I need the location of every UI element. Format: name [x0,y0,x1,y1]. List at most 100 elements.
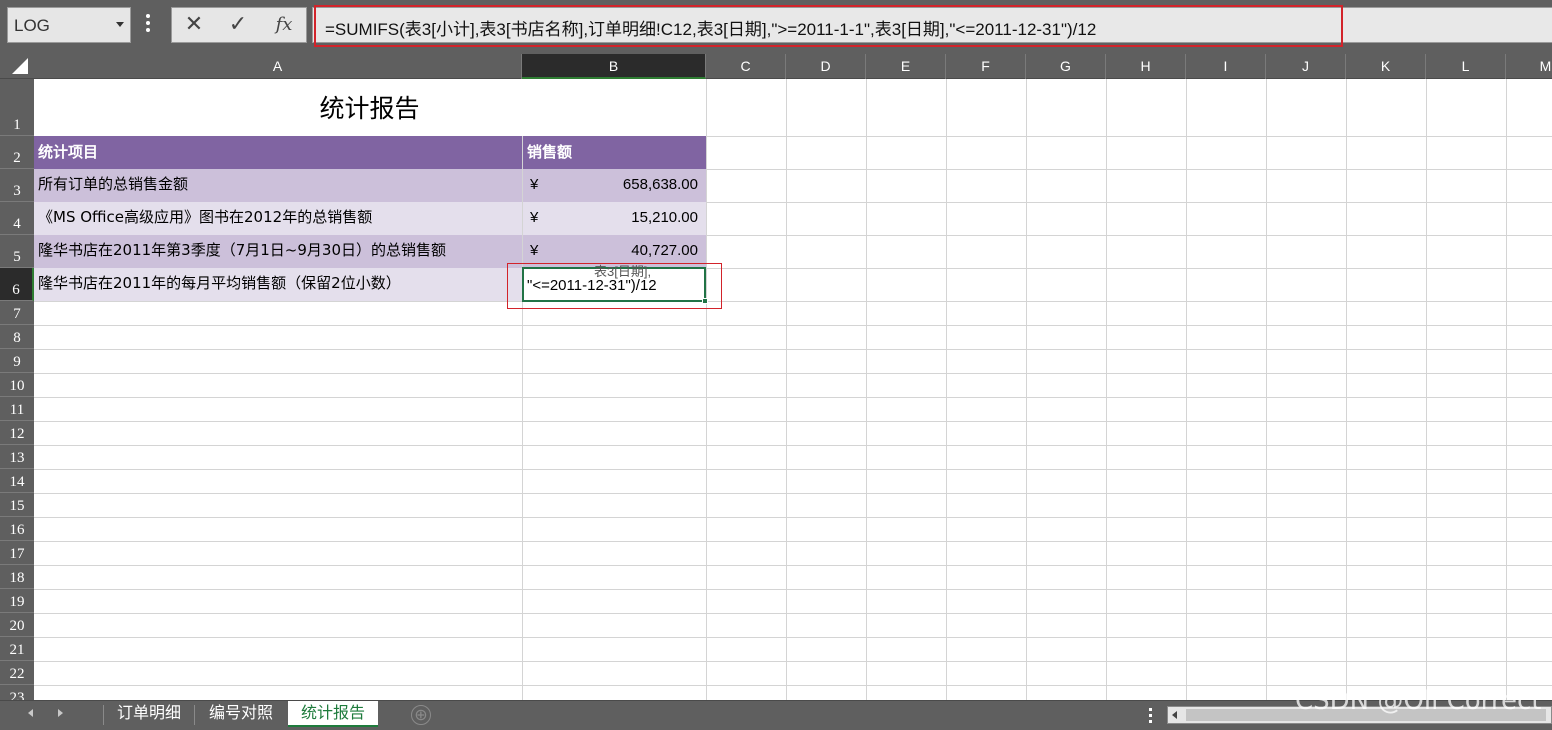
tab-id-lookup[interactable]: 编号对照 [197,701,285,727]
row-header-22[interactable]: 22 [0,661,34,685]
column-header-f[interactable]: F [946,54,1026,79]
row-header-20[interactable]: 20 [0,613,34,637]
row-header-19[interactable]: 19 [0,589,34,613]
row-header-7[interactable]: 7 [0,301,34,325]
gridline [866,79,867,700]
header-cell-item[interactable]: 统计项目 [34,136,522,169]
formula-text: =SUMIFS(表3[小计],表3[书店名称],订单明细!C12,表3[日期],… [325,20,1097,39]
tab-order-details[interactable]: 订单明细 [106,701,192,727]
row-header-11[interactable]: 11 [0,397,34,421]
row-header-6[interactable]: 6 [0,268,34,301]
column-header-i[interactable]: I [1186,54,1266,79]
gridline [34,349,1552,350]
worksheet-grid[interactable]: 统计报告 统计项目 销售额 所有订单的总销售金额 ¥ 658,638.00 《M… [34,79,1552,700]
insert-function-icon[interactable]: fx [264,8,304,42]
gridline [786,79,787,700]
label-cell[interactable]: 隆华书店在2011年第3季度（7月1日~9月30日）的总销售额 [34,235,522,268]
column-header-g[interactable]: G [1026,54,1106,79]
more-vertical-icon[interactable] [1147,708,1153,724]
label-cell[interactable]: 所有订单的总销售金额 [34,169,522,202]
row-header-12[interactable]: 12 [0,421,34,445]
gridline [34,589,1552,590]
currency-symbol: ¥ [530,209,539,226]
row-header-14[interactable]: 14 [0,469,34,493]
column-header-k[interactable]: K [1346,54,1426,79]
currency-symbol: ¥ [530,176,539,193]
formula-input[interactable]: =SUMIFS(表3[小计],表3[书店名称],订单明细!C12,表3[日期],… [312,7,1552,43]
row-header-2[interactable]: 2 [0,136,34,169]
amount-value: 15,210.00 [631,209,698,226]
select-all-icon [12,58,28,74]
column-header-a[interactable]: A [34,54,522,79]
gridline [1426,79,1427,700]
cancel-icon[interactable]: ✕ [174,8,214,42]
gridline [34,301,1552,302]
gridline [34,637,1552,638]
gridline [1026,79,1027,700]
select-all-button[interactable] [0,54,34,79]
check-icon[interactable]: ✓ [218,8,258,42]
column-header-b[interactable]: B [522,54,706,79]
formula-bar: LOG ✕ ✓ fx =SUMIFS(表3[小计],表3[书店名称],订单明细!… [0,0,1552,54]
tab-divider [103,705,104,725]
amount-value: 658,638.00 [622,176,698,193]
column-header-h[interactable]: H [1106,54,1186,79]
header-cell-amount[interactable]: 销售额 [523,136,706,169]
gridline [34,565,1552,566]
cell-edit-text: "<=2011-12-31")/12 [527,277,657,294]
row-header-5[interactable]: 5 [0,235,34,268]
row-header-3[interactable]: 3 [0,169,34,202]
row-header-23[interactable]: 23 [0,685,34,700]
column-header-m[interactable]: M [1506,54,1552,79]
add-sheet-icon[interactable]: ⊕ [411,705,431,725]
gridline [1186,79,1187,700]
column-headers: A B C D E F G H I J K L M [0,54,1552,79]
value-cell[interactable]: ¥ 658,638.00 [523,169,706,202]
row-header-16[interactable]: 16 [0,517,34,541]
more-vertical-icon[interactable] [145,14,151,36]
chevron-down-icon[interactable] [116,22,124,27]
gridline [34,541,1552,542]
tab-stats-report[interactable]: 统计报告 [288,701,378,727]
currency-symbol: ¥ [530,242,539,259]
gridline [1106,79,1107,700]
column-header-c[interactable]: C [706,54,786,79]
chevron-right-icon[interactable] [58,709,63,717]
gridline [946,79,947,700]
value-cell[interactable]: ¥ 15,210.00 [523,202,706,235]
row-header-9[interactable]: 9 [0,349,34,373]
row-header-21[interactable]: 21 [0,637,34,661]
fill-handle[interactable] [702,298,708,304]
row-header-17[interactable]: 17 [0,541,34,565]
column-header-d[interactable]: D [786,54,866,79]
watermark: CSDN @Oll Correct [1295,686,1542,716]
row-header-4[interactable]: 4 [0,202,34,235]
gridline [34,661,1552,662]
row-header-8[interactable]: 8 [0,325,34,349]
row-headers: 1 2 3 4 5 6 7 8 9 10 11 12 13 14 15 16 1… [0,79,34,700]
active-cell-editor[interactable]: 表3[日期], "<=2011-12-31")/12 [522,264,708,304]
gridline [34,325,1552,326]
gridline [1506,79,1507,700]
gridline [34,397,1552,398]
row-header-18[interactable]: 18 [0,565,34,589]
column-header-l[interactable]: L [1426,54,1506,79]
row-header-13[interactable]: 13 [0,445,34,469]
gridline [1346,79,1347,700]
chevron-left-icon[interactable] [28,709,33,717]
name-box[interactable]: LOG [7,7,131,43]
scroll-left-icon[interactable] [1172,711,1177,719]
gridline [1266,79,1267,700]
gridline [34,373,1552,374]
tab-divider [194,705,195,725]
gridline [34,469,1552,470]
column-header-j[interactable]: J [1266,54,1346,79]
gridline [34,445,1552,446]
row-header-15[interactable]: 15 [0,493,34,517]
column-header-e[interactable]: E [866,54,946,79]
label-cell[interactable]: 《MS Office高级应用》图书在2012年的总销售额 [34,202,522,235]
row-header-1[interactable]: 1 [0,79,34,136]
label-cell[interactable]: 隆华书店在2011年的每月平均销售额（保留2位小数） [34,268,522,301]
report-title[interactable]: 统计报告 [34,79,705,136]
row-header-10[interactable]: 10 [0,373,34,397]
